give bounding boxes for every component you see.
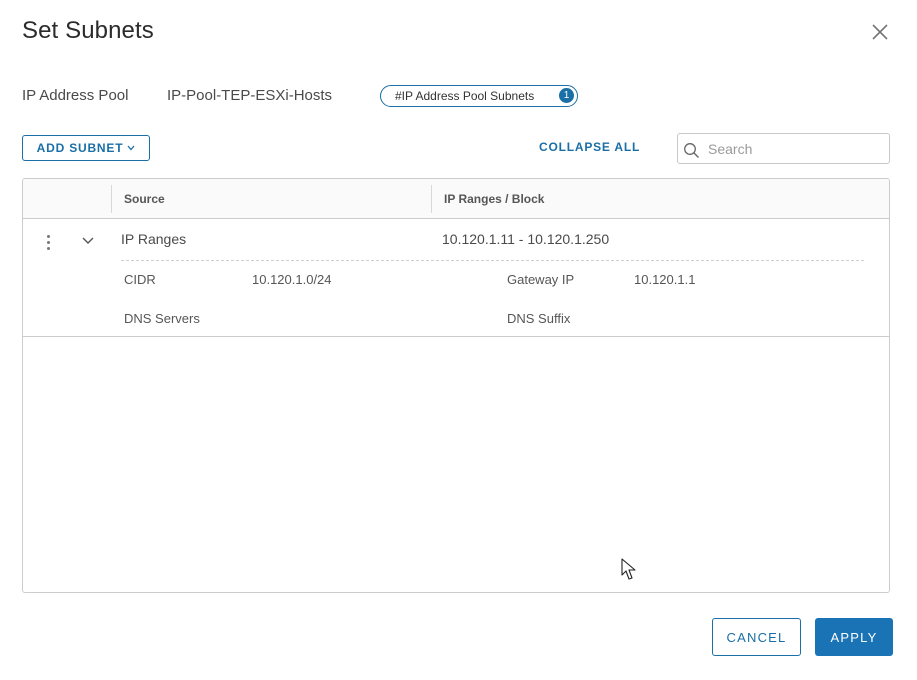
dialog-title: Set Subnets	[22, 17, 154, 44]
mouse-cursor-icon	[621, 558, 636, 580]
kebab-menu-icon[interactable]	[43, 233, 55, 251]
ip-address-pool-subnets-pill[interactable]: #IP Address Pool Subnets 1	[380, 85, 578, 107]
close-icon[interactable]	[869, 21, 891, 43]
column-separator	[111, 185, 112, 213]
apply-button[interactable]: APPLY	[815, 618, 893, 656]
table-row: IP Ranges 10.120.1.11 - 10.120.1.250 CID…	[23, 219, 889, 337]
row-source: IP Ranges	[121, 231, 187, 247]
column-header-source[interactable]: Source	[124, 192, 165, 206]
column-separator	[431, 185, 432, 213]
dns-servers-label: DNS Servers	[124, 311, 200, 326]
chevron-down-icon[interactable]	[80, 233, 96, 249]
gateway-ip-value: 10.120.1.1	[634, 272, 696, 287]
search-box	[677, 133, 890, 164]
add-subnet-button[interactable]: ADD SUBNET	[22, 135, 150, 161]
grid-header: Source IP Ranges / Block	[23, 179, 889, 219]
subnets-grid: Source IP Ranges / Block IP Ranges 10.12…	[22, 178, 890, 593]
cidr-label: CIDR	[124, 272, 156, 287]
dns-suffix-label: DNS Suffix	[507, 311, 571, 326]
row-ip-ranges: 10.120.1.11 - 10.120.1.250	[442, 231, 610, 247]
ip-address-pool-value: IP-Pool-TEP-ESXi-Hosts	[167, 87, 333, 104]
detail-divider	[121, 260, 864, 261]
column-header-ip-ranges[interactable]: IP Ranges / Block	[444, 192, 544, 206]
subnets-pill-label: #IP Address Pool Subnets	[395, 89, 535, 103]
subnets-count-badge: 1	[559, 88, 574, 103]
gateway-ip-label: Gateway IP	[507, 272, 575, 287]
chevron-down-icon	[127, 145, 135, 151]
search-icon	[684, 143, 699, 158]
set-subnets-dialog: Set Subnets IP Address Pool IP-Pool-TEP-…	[0, 0, 917, 680]
add-subnet-label: ADD SUBNET	[36, 141, 124, 155]
cidr-value: 10.120.1.0/24	[252, 272, 332, 287]
cancel-button[interactable]: CANCEL	[712, 618, 801, 656]
search-input[interactable]	[708, 138, 886, 160]
ip-address-pool-label: IP Address Pool	[22, 87, 129, 104]
collapse-all-link[interactable]: COLLAPSE ALL	[539, 140, 640, 154]
